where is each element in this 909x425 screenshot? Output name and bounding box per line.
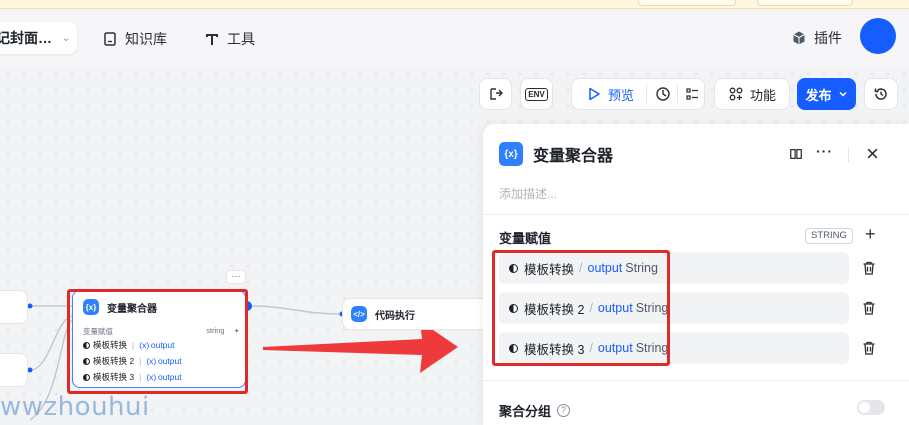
partial-node[interactable] [0, 290, 28, 324]
book-open-icon[interactable] [789, 147, 803, 161]
panel-header: {x} 变量聚合器 [499, 142, 613, 166]
env-button[interactable]: ENV [520, 78, 553, 110]
type-badge[interactable]: STRING [805, 228, 853, 244]
divider [483, 214, 909, 215]
cube-icon [793, 31, 805, 45]
divider [646, 85, 648, 103]
add-icon[interactable]: + [865, 224, 876, 245]
divider [483, 380, 909, 381]
history-button[interactable] [864, 78, 898, 110]
apps-icon [729, 87, 743, 101]
top-notice-strip [0, 0, 909, 9]
feature-label: 功能 [749, 87, 776, 103]
nav-tools[interactable]: 工具 [204, 29, 255, 49]
nav-knowledge-base[interactable]: 知识库 [102, 29, 167, 49]
watermark: wwzhouhui [0, 392, 150, 422]
feature-button[interactable]: 功能 [714, 78, 790, 110]
avatar[interactable] [860, 18, 896, 54]
divider [677, 85, 679, 103]
notice-pill [757, 0, 853, 6]
preview-group: 预览 [571, 78, 705, 110]
divider [848, 148, 849, 162]
group-toggle[interactable] [857, 400, 885, 415]
history-run-icon[interactable] [655, 86, 671, 102]
more-icon[interactable]: ··· [816, 143, 833, 159]
group-section: 聚合分组 ? [499, 401, 571, 420]
code-icon: </> [351, 306, 367, 322]
description-input[interactable]: 添加描述... [499, 185, 557, 202]
check-variable-icon [489, 88, 503, 100]
trash-icon[interactable] [861, 340, 877, 356]
preview-button[interactable]: 预览 [608, 85, 634, 104]
plugin-button[interactable]: 插件 [791, 28, 842, 48]
nav-label: 知识库 [125, 31, 167, 47]
history-icon [874, 88, 887, 100]
variable-icon: {x} [499, 142, 523, 166]
code-exec-node[interactable]: </> 代码执行 [342, 298, 492, 330]
tool-icon [206, 34, 218, 45]
trash-icon[interactable] [861, 300, 877, 316]
panel-title: 变量聚合器 [533, 148, 614, 165]
chevron-down-icon [838, 91, 847, 97]
group-title: 聚合分组 [499, 404, 552, 419]
highlight-box [492, 250, 670, 366]
toggle-knob [859, 402, 870, 413]
node-title: 代码执行 [375, 310, 415, 322]
nav-label: 工具 [227, 31, 255, 47]
book-icon [104, 32, 116, 46]
help-icon[interactable]: ? [557, 404, 571, 417]
node-more-button[interactable]: ··· [226, 270, 246, 284]
app-header: 记封面… ⌄ 知识库 工具 插件 [0, 9, 909, 66]
close-icon[interactable] [866, 147, 879, 160]
env-icon: ENV [525, 87, 548, 101]
highlight-box [67, 289, 248, 394]
app-title-dropdown[interactable]: 记封面… ⌄ [0, 22, 77, 54]
variable-check-button[interactable] [479, 78, 512, 110]
chevron-down-icon: ⌄ [62, 32, 71, 44]
section-title: 变量赋值 [499, 231, 552, 246]
notice-pill [638, 0, 736, 6]
app-title: 记封面… [0, 30, 52, 46]
trash-icon[interactable] [861, 260, 877, 276]
publish-label: 发布 [805, 87, 832, 103]
checklist-icon[interactable] [684, 86, 700, 102]
play-icon [589, 87, 600, 101]
publish-button[interactable]: 发布 [797, 78, 856, 110]
plugin-label: 插件 [814, 30, 842, 46]
partial-node[interactable] [0, 353, 28, 387]
